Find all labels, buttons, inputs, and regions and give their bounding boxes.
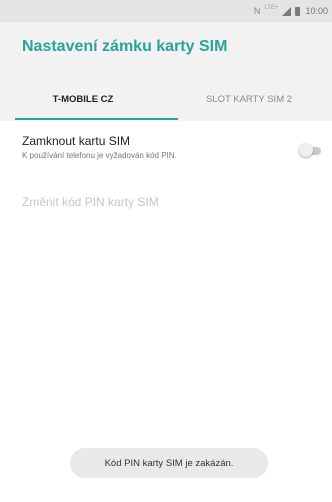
status-time: 10:00 [305,6,328,16]
page-title: Nastavení zámku karty SIM [22,38,228,55]
signal-icon [282,6,292,16]
tab-t-mobile-cz[interactable]: T-MOBILE CZ [0,77,166,121]
toggle-thumb [299,143,313,157]
battery-icon [295,6,301,16]
lock-sim-title: Zamknout kartu SIM [22,134,131,148]
tab-selected-indicator [15,118,178,120]
toast-message: Kód PIN karty SIM je zakázán. [70,448,268,478]
change-pin-setting: Změnit kód PIN karty SIM [22,195,159,209]
lte-icon: LTE+ [264,5,279,11]
lock-sim-toggle[interactable] [297,143,323,159]
lock-sim-setting[interactable]: Zamknout kartu SIM K používání telefonu … [0,121,332,181]
tab-sim-slot-2[interactable]: SLOT KARTY SIM 2 [166,77,332,121]
status-bar: N LTE+ 10:00 [0,0,332,22]
sim-tabs: T-MOBILE CZ SLOT KARTY SIM 2 [0,77,332,121]
app-bar: Nastavení zámku karty SIM [0,22,332,77]
nfc-icon: N [253,6,261,16]
lock-sim-summary: K používání telefonu je vyžadován kód PI… [22,151,177,160]
